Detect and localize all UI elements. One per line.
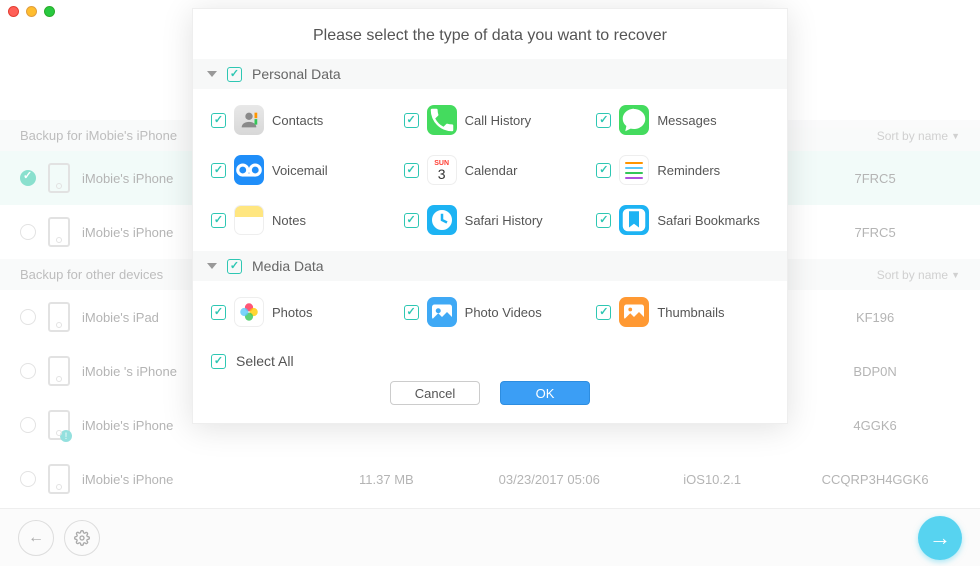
modal-title: Please select the type of data you want … — [193, 9, 787, 59]
item-label: Contacts — [272, 113, 323, 128]
backup-row[interactable]: iMobie's iPhone 11.37 MB 03/23/2017 05:0… — [0, 452, 980, 506]
item-checkbox[interactable] — [211, 113, 226, 128]
backup-id: 7FRC5 — [790, 171, 960, 186]
data-type-call[interactable]: Call History — [394, 95, 587, 145]
select-all-checkbox[interactable] — [211, 354, 226, 369]
notes-icon — [234, 205, 264, 235]
radio-icon[interactable] — [20, 363, 36, 379]
backup-size: 11.37 MB — [320, 472, 452, 487]
radio-icon[interactable] — [20, 417, 36, 433]
personal-data-grid: Contacts Call History Messages Voicemail SUN… — [193, 89, 787, 251]
item-checkbox[interactable] — [404, 163, 419, 178]
group-label: Personal Data — [252, 66, 341, 82]
recover-type-modal: Please select the type of data you want … — [192, 8, 788, 424]
item-label: Voicemail — [272, 163, 328, 178]
item-checkbox[interactable] — [596, 305, 611, 320]
backup-id: 7FRC5 — [790, 225, 960, 240]
safari-bm-icon — [619, 205, 649, 235]
section-title: Backup for iMobie's iPhone — [20, 128, 177, 143]
radio-icon[interactable] — [20, 309, 36, 325]
data-type-thumbnails[interactable]: Thumbnails — [586, 287, 779, 337]
settings-button[interactable] — [64, 520, 100, 556]
data-type-calendar[interactable]: SUN3 Calendar — [394, 145, 587, 195]
item-label: Call History — [465, 113, 531, 128]
back-button[interactable]: ← — [18, 520, 54, 556]
photovideos-icon — [427, 297, 457, 327]
data-type-safari-hist[interactable]: Safari History — [394, 195, 587, 245]
phone-icon — [48, 302, 70, 332]
data-type-contacts[interactable]: Contacts — [201, 95, 394, 145]
group-media-data[interactable]: Media Data — [193, 251, 787, 281]
voicemail-icon — [234, 155, 264, 185]
backup-id: 4GGK6 — [790, 418, 960, 433]
select-all-row[interactable]: Select All — [193, 343, 787, 375]
backup-name: iMobie's iPhone — [82, 472, 308, 487]
reminders-icon — [619, 155, 649, 185]
chevron-down-icon — [207, 71, 217, 77]
radio-icon[interactable] — [20, 224, 36, 240]
bottom-toolbar: ← → — [0, 508, 980, 566]
item-label: Safari Bookmarks — [657, 213, 760, 228]
backup-id: CCQRP3H4GGK6 — [790, 472, 960, 487]
next-button[interactable]: → — [918, 516, 962, 560]
phone-warning-icon — [48, 410, 70, 440]
backup-id: KF196 — [790, 310, 960, 325]
cancel-button[interactable]: Cancel — [390, 381, 480, 405]
item-label: Safari History — [465, 213, 543, 228]
item-checkbox[interactable] — [404, 213, 419, 228]
item-label: Messages — [657, 113, 716, 128]
section-title: Backup for other devices — [20, 267, 163, 282]
backup-date: 03/23/2017 05:06 — [464, 472, 634, 487]
item-label: Reminders — [657, 163, 720, 178]
item-checkbox[interactable] — [596, 213, 611, 228]
contacts-icon — [234, 105, 264, 135]
radio-selected-icon[interactable] — [20, 170, 36, 186]
msg-icon — [619, 105, 649, 135]
ok-button[interactable]: OK — [500, 381, 590, 405]
gear-icon — [74, 530, 90, 546]
select-all-label: Select All — [236, 353, 294, 369]
thumbnails-icon — [619, 297, 649, 327]
item-checkbox[interactable] — [596, 113, 611, 128]
item-label: Photos — [272, 305, 312, 320]
item-label: Notes — [272, 213, 306, 228]
item-label: Calendar — [465, 163, 518, 178]
item-checkbox[interactable] — [211, 213, 226, 228]
sort-dropdown[interactable]: Sort by name ▼ — [877, 268, 960, 282]
item-checkbox[interactable] — [404, 113, 419, 128]
data-type-notes[interactable]: Notes — [201, 195, 394, 245]
photos-icon — [234, 297, 264, 327]
group-checkbox[interactable] — [227, 67, 242, 82]
data-type-voicemail[interactable]: Voicemail — [201, 145, 394, 195]
item-checkbox[interactable] — [404, 305, 419, 320]
group-personal-data[interactable]: Personal Data — [193, 59, 787, 89]
item-checkbox[interactable] — [596, 163, 611, 178]
phone-icon — [48, 356, 70, 386]
media-data-grid: Photos Photo Videos Thumbnails — [193, 281, 787, 343]
item-checkbox[interactable] — [211, 163, 226, 178]
radio-icon[interactable] — [20, 471, 36, 487]
data-type-photovideos[interactable]: Photo Videos — [394, 287, 587, 337]
calendar-icon: SUN3 — [427, 155, 457, 185]
data-type-safari-bm[interactable]: Safari Bookmarks — [586, 195, 779, 245]
phone-icon — [48, 464, 70, 494]
item-checkbox[interactable] — [211, 305, 226, 320]
sort-dropdown[interactable]: Sort by name ▼ — [877, 129, 960, 143]
call-icon — [427, 105, 457, 135]
phone-icon — [48, 217, 70, 247]
group-checkbox[interactable] — [227, 259, 242, 274]
item-label: Thumbnails — [657, 305, 724, 320]
item-label: Photo Videos — [465, 305, 542, 320]
group-label: Media Data — [252, 258, 324, 274]
data-type-photos[interactable]: Photos — [201, 287, 394, 337]
data-type-reminders[interactable]: Reminders — [586, 145, 779, 195]
data-type-msg[interactable]: Messages — [586, 95, 779, 145]
chevron-down-icon — [207, 263, 217, 269]
safari-hist-icon — [427, 205, 457, 235]
phone-icon — [48, 163, 70, 193]
backup-id: BDP0N — [790, 364, 960, 379]
backup-ios: iOS10.2.1 — [646, 472, 778, 487]
